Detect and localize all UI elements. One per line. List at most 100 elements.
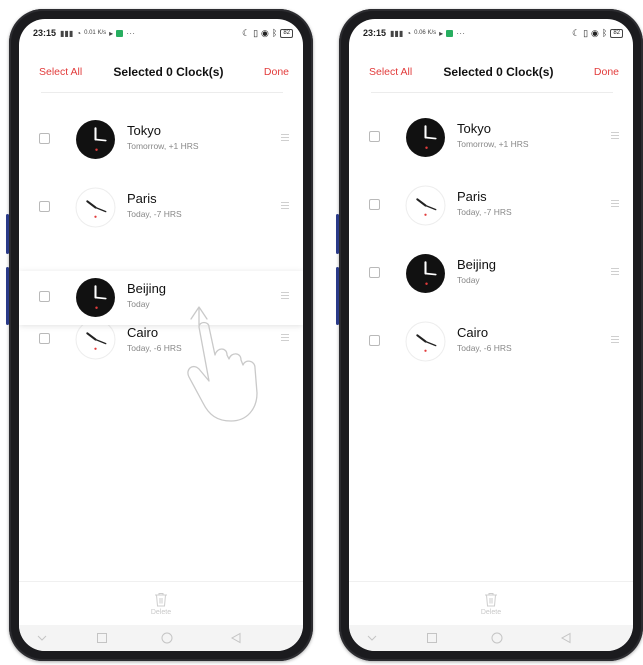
delete-toolbar: Delete [349, 581, 633, 625]
clock-row[interactable]: Beijing Today [349, 249, 633, 299]
clock-row[interactable]: Cairo Today, -6 HRS [349, 317, 633, 367]
delete-toolbar: Delete [19, 581, 303, 625]
row-checkbox[interactable] [39, 291, 50, 302]
back-chevron-icon[interactable] [35, 631, 49, 645]
wifi-icon: ◔ [406, 28, 412, 38]
trash-icon[interactable] [154, 592, 168, 607]
drag-handle-icon[interactable] [611, 268, 619, 276]
recents-icon[interactable] [425, 631, 439, 645]
status-time: 23:15 [363, 28, 387, 38]
city-name: Tokyo [127, 123, 161, 138]
status-time: 23:15 [33, 28, 57, 38]
more-notifications-icon: ··· [126, 28, 136, 38]
drag-handle-icon[interactable] [281, 334, 289, 342]
done-button[interactable]: Done [594, 66, 619, 78]
clock-row[interactable]: Paris Today, -7 HRS [19, 183, 303, 233]
recents-icon[interactable] [95, 631, 109, 645]
drag-handle-icon[interactable] [611, 200, 619, 208]
header-bar: Select All Selected 0 Clock(s) Done [349, 59, 633, 85]
city-name: Paris [457, 189, 487, 204]
light-clock-icon [405, 321, 446, 362]
header-divider [41, 92, 283, 93]
clock-row[interactable]: Paris Today, -7 HRS [349, 181, 633, 231]
drag-handle-icon[interactable] [281, 292, 289, 300]
city-name: Beijing [457, 257, 497, 272]
header-divider [371, 92, 613, 93]
time-offset: Today, -7 HRS [127, 209, 182, 219]
status-bar: 23:15 ▮▮▮ ◔ 0.06 K/s ▸ ··· ☾ ▯ ◉ ᛒ 82 [349, 19, 633, 47]
moon-icon: ☾ [242, 27, 251, 38]
screen-right: 23:15 ▮▮▮ ◔ 0.06 K/s ▸ ··· ☾ ▯ ◉ ᛒ 82 Se… [349, 19, 633, 651]
back-chevron-icon[interactable] [365, 631, 379, 645]
volume-button [6, 214, 9, 254]
done-button[interactable]: Done [264, 66, 289, 78]
triangle-back-icon[interactable] [559, 631, 573, 645]
volume-button [336, 214, 339, 254]
row-checkbox[interactable] [39, 133, 50, 144]
light-clock-icon [405, 185, 446, 226]
light-clock-icon [75, 319, 116, 360]
home-icon[interactable] [490, 631, 504, 645]
row-checkbox[interactable] [369, 267, 380, 278]
more-notifications-icon: ··· [456, 28, 466, 38]
power-button [336, 267, 339, 325]
status-bar: 23:15 ▮▮▮ ◔ 0.01 K/s ▸ ··· ☾ ▯ ◉ ᛒ 82 [19, 19, 303, 47]
row-checkbox[interactable] [39, 333, 50, 344]
row-checkbox[interactable] [39, 201, 50, 212]
app-notification-icon [116, 29, 124, 37]
alarm-icon: ◉ [591, 27, 599, 38]
system-nav-bar [19, 625, 303, 651]
swipe-hand-icon [187, 306, 258, 422]
signal-icon: ▮▮▮ [60, 28, 74, 38]
drag-handle-icon[interactable] [281, 134, 289, 142]
city-name: Cairo [127, 325, 159, 340]
time-offset: Today, -6 HRS [457, 343, 512, 353]
dark-clock-icon [75, 277, 116, 318]
city-name: Beijing [127, 281, 167, 296]
time-offset: Today [127, 299, 150, 309]
alarm-icon: ◉ [261, 27, 269, 38]
phone-frame-right: 23:15 ▮▮▮ ◔ 0.06 K/s ▸ ··· ☾ ▯ ◉ ᛒ 82 Se… [336, 9, 643, 661]
system-nav-bar [349, 625, 633, 651]
city-name: Tokyo [457, 121, 491, 136]
select-all-button[interactable]: Select All [369, 66, 431, 78]
screen-left: 23:15 ▮▮▮ ◔ 0.01 K/s ▸ ··· ☾ ▯ ◉ ᛒ 82 Se… [19, 19, 303, 651]
clock-row[interactable]: Tokyo Tomorrow, +1 HRS [19, 115, 303, 165]
light-clock-icon [75, 187, 116, 228]
battery-icon: 82 [280, 28, 293, 38]
dark-clock-icon [405, 253, 446, 294]
vibrate-icon: ▯ [253, 27, 259, 38]
drag-handle-icon[interactable] [611, 336, 619, 344]
delete-button[interactable]: Delete [19, 609, 303, 616]
vibrate-icon: ▯ [583, 27, 589, 38]
app-notification-icon [446, 29, 454, 37]
select-all-button[interactable]: Select All [39, 66, 101, 78]
phone-frame-left: 23:15 ▮▮▮ ◔ 0.01 K/s ▸ ··· ☾ ▯ ◉ ᛒ 82 Se… [6, 9, 313, 661]
play-icon: ▸ [109, 28, 114, 38]
city-name: Paris [127, 191, 157, 206]
row-checkbox[interactable] [369, 335, 380, 346]
page-title: Selected 0 Clock(s) [113, 65, 224, 79]
bluetooth-icon: ᛒ [271, 28, 278, 38]
row-checkbox[interactable] [369, 199, 380, 210]
row-checkbox[interactable] [369, 131, 380, 142]
signal-icon: ▮▮▮ [390, 28, 404, 38]
clock-row[interactable]: Tokyo Tomorrow, +1 HRS [349, 113, 633, 163]
dark-clock-icon [75, 119, 116, 160]
time-offset: Tomorrow, +1 HRS [457, 139, 529, 149]
header-bar: Select All Selected 0 Clock(s) Done [19, 59, 303, 85]
delete-button[interactable]: Delete [349, 609, 633, 616]
home-icon[interactable] [160, 631, 174, 645]
time-offset: Today, -7 HRS [457, 207, 512, 217]
drag-handle-icon[interactable] [281, 202, 289, 210]
net-speed: 0.01 K/s [84, 30, 107, 36]
time-offset: Tomorrow, +1 HRS [127, 141, 199, 151]
drag-handle-icon[interactable] [611, 132, 619, 140]
page-title: Selected 0 Clock(s) [443, 65, 554, 79]
time-offset: Today [457, 275, 480, 285]
trash-icon[interactable] [484, 592, 498, 607]
bluetooth-icon: ᛒ [601, 28, 608, 38]
play-icon: ▸ [439, 28, 444, 38]
triangle-back-icon[interactable] [229, 631, 243, 645]
moon-icon: ☾ [572, 27, 581, 38]
